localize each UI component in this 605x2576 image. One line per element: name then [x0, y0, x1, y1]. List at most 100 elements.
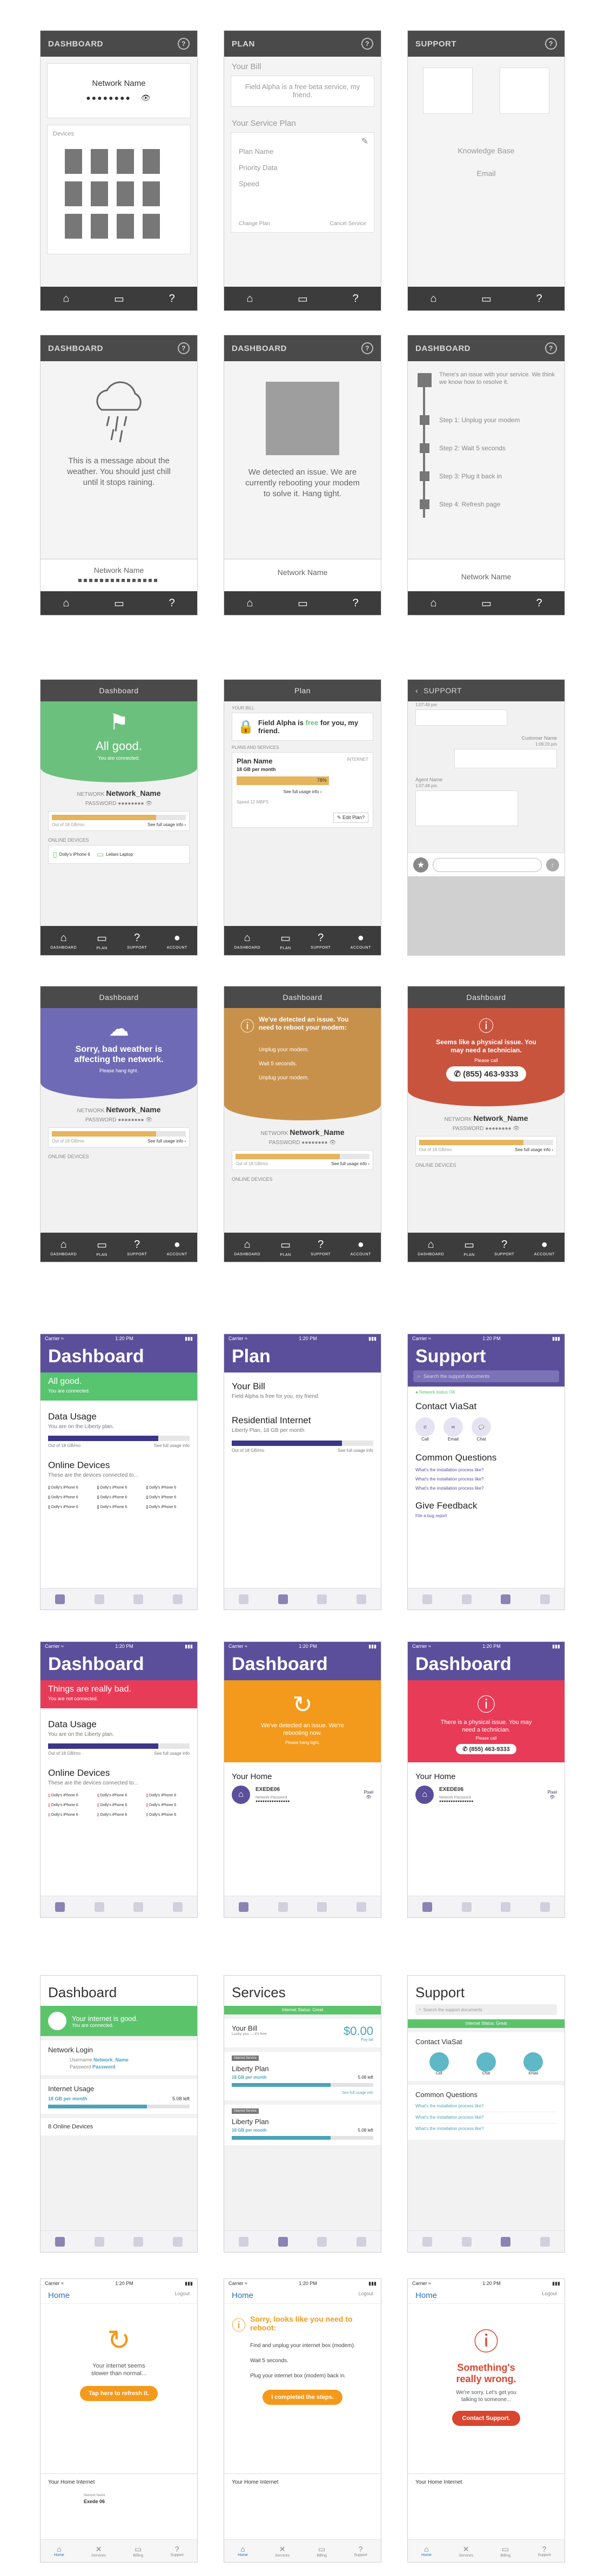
tab-icon[interactable] — [461, 1594, 472, 1604]
search-input[interactable]: ⌕ Search the support documents — [415, 2004, 557, 2015]
refresh-button[interactable]: Tap here to refresh it. — [80, 2386, 158, 2401]
device-item[interactable]: ▯ Dolly's iPhone 6 — [146, 1485, 190, 1490]
logout-link[interactable]: Logout — [542, 2291, 557, 2300]
tab-services[interactable]: ✕ Services — [459, 2545, 473, 2558]
tab-billing[interactable]: ▭ Billing — [317, 2545, 327, 2558]
tab-icon[interactable] — [356, 1594, 366, 1604]
eye-icon[interactable]: 👁 — [141, 93, 152, 102]
tab-icon[interactable] — [461, 2236, 472, 2247]
tab-support[interactable]: ? Support — [354, 2545, 367, 2557]
search-input[interactable]: ⌕ Search the support documents — [413, 1370, 559, 1382]
faq-link[interactable]: What's the installation process like? — [415, 2112, 557, 2124]
device-item[interactable]: ▯ Dolly's iPhone 6 — [48, 1485, 92, 1490]
help-icon[interactable]: ? — [536, 597, 542, 610]
device-tile[interactable] — [117, 214, 134, 239]
help-icon[interactable]: ? — [545, 38, 557, 50]
home-icon[interactable]: ⌂ — [246, 293, 253, 305]
tab-icon[interactable] — [239, 2236, 249, 2247]
tab-home[interactable]: ⌂ Home — [421, 2545, 432, 2557]
help-icon[interactable]: ? — [178, 38, 190, 50]
tab-icon[interactable] — [422, 1902, 433, 1912]
eye-icon[interactable]: 👁 — [329, 1140, 336, 1146]
pay-bill-link[interactable]: Pay bill — [344, 2038, 373, 2042]
help-icon[interactable]: ? — [178, 342, 190, 354]
tab-icon[interactable] — [172, 1594, 183, 1604]
tab-icon[interactable] — [317, 1594, 327, 1604]
tab-icon[interactable] — [317, 1902, 327, 1912]
tab-plan[interactable]: ▭ PLAN — [463, 1238, 474, 1257]
home-icon[interactable]: ⌂ — [430, 293, 436, 305]
tab-icon[interactable] — [278, 1902, 288, 1912]
usage-link[interactable]: See full usage info — [154, 1443, 190, 1448]
device-item[interactable]: ▯ Dolly's iPhone 6 — [97, 1505, 141, 1509]
device-tile[interactable] — [117, 149, 134, 174]
tab-icon[interactable] — [356, 2236, 366, 2247]
device-item[interactable]: ▯ Dolly's iPhone 6 — [97, 1485, 141, 1490]
faq-link[interactable]: What's the installation process like? — [415, 1475, 557, 1484]
edit-icon[interactable]: ✎ — [361, 136, 368, 147]
help-icon[interactable]: ? — [169, 293, 175, 305]
tab-support[interactable]: ? SUPPORT — [127, 932, 147, 950]
tab-icon[interactable] — [278, 2236, 288, 2247]
support-tile[interactable] — [423, 67, 473, 114]
tab-icon[interactable] — [461, 1902, 472, 1912]
tab-plan[interactable]: ▭ PLAN — [280, 1238, 291, 1257]
tab-home[interactable]: ⌂ Home — [54, 2545, 64, 2557]
chat-input[interactable] — [433, 857, 542, 872]
device-name[interactable]: Leilani Laptop — [106, 852, 133, 857]
card-icon[interactable]: ▭ — [481, 292, 492, 306]
tab-icon[interactable] — [501, 1902, 511, 1912]
faq-link[interactable]: What's the installation process like? — [415, 2101, 557, 2112]
tab-dashboard[interactable]: ⌂ DASHBOARD — [234, 932, 260, 950]
tab-icon[interactable] — [55, 2236, 65, 2247]
device-tile[interactable] — [143, 181, 160, 206]
tab-icon[interactable] — [422, 1594, 433, 1604]
device-tile[interactable] — [65, 181, 82, 206]
device-tile[interactable] — [65, 149, 82, 174]
tab-support[interactable]: ? SUPPORT — [127, 1239, 147, 1256]
tab-support[interactable]: ? SUPPORT — [311, 932, 331, 950]
tab-support[interactable]: ? Support — [170, 2545, 184, 2557]
device-tile[interactable] — [91, 181, 108, 206]
tab-support[interactable]: ? Support — [537, 2545, 551, 2557]
tab-icon[interactable] — [94, 1902, 104, 1912]
tab-icon[interactable] — [422, 2236, 433, 2247]
device-item[interactable]: ▯ Dolly's iPhone 6 — [146, 1813, 190, 1817]
faq-link[interactable]: What's the installation process like? — [415, 1465, 557, 1475]
tab-icon[interactable] — [540, 1594, 550, 1604]
device-item[interactable]: ▯ Dolly's iPhone 6 — [48, 1803, 92, 1807]
device-item[interactable]: ▯ Dolly's iPhone 6 — [146, 1505, 190, 1509]
device-item[interactable]: ▯ Dolly's iPhone 6 — [146, 1495, 190, 1499]
card-icon[interactable]: ▭ — [114, 292, 124, 306]
usage-link[interactable]: See full usage info › — [147, 822, 186, 827]
tab-icon[interactable] — [172, 1902, 183, 1912]
tab-icon[interactable] — [94, 2236, 104, 2247]
tab-plan[interactable]: ▭ PLAN — [280, 931, 291, 950]
eye-icon[interactable]: 👁 — [513, 1126, 520, 1132]
tab-dashboard[interactable]: ⌂ DASHBOARD — [418, 1239, 444, 1256]
tab-icon[interactable] — [239, 1902, 249, 1912]
tab-dashboard[interactable]: ⌂ DASHBOARD — [234, 1239, 260, 1256]
device-item[interactable]: ▯ Dolly's iPhone 6 — [146, 1793, 190, 1797]
card-icon[interactable]: ▭ — [298, 597, 308, 610]
tab-support[interactable]: ? SUPPORT — [494, 1239, 514, 1256]
tab-account[interactable]: ● ACCOUNT — [167, 932, 187, 950]
tab-account[interactable]: ● ACCOUNT — [351, 1239, 371, 1256]
device-item[interactable]: ▯ Dolly's iPhone 6 — [48, 1793, 92, 1797]
tab-icon[interactable] — [501, 2236, 511, 2247]
device-tile[interactable] — [143, 149, 160, 174]
tab-icon[interactable] — [55, 1594, 65, 1604]
usage-link[interactable]: See full usage info › — [515, 1147, 553, 1152]
device-name[interactable]: Dolly's iPhone 6 — [59, 852, 90, 857]
eye-icon[interactable]: 👁 — [548, 1795, 557, 1800]
tab-support[interactable]: ? SUPPORT — [311, 1239, 331, 1256]
help-icon[interactable]: ? — [361, 342, 373, 354]
faq-link[interactable]: What's the installation process like? — [415, 2124, 557, 2134]
device-item[interactable]: ▯ Dolly's iPhone 6 — [48, 1495, 92, 1499]
help-icon[interactable]: ? — [169, 597, 175, 610]
device-item[interactable]: ▯ Dolly's iPhone 6 — [97, 1813, 141, 1817]
home-icon[interactable]: ⌂ — [246, 597, 253, 610]
card-icon[interactable]: ▭ — [481, 597, 492, 610]
tab-billing[interactable]: ▭ Billing — [133, 2545, 143, 2558]
contact-support-button[interactable]: Contact Support. — [452, 2411, 520, 2426]
